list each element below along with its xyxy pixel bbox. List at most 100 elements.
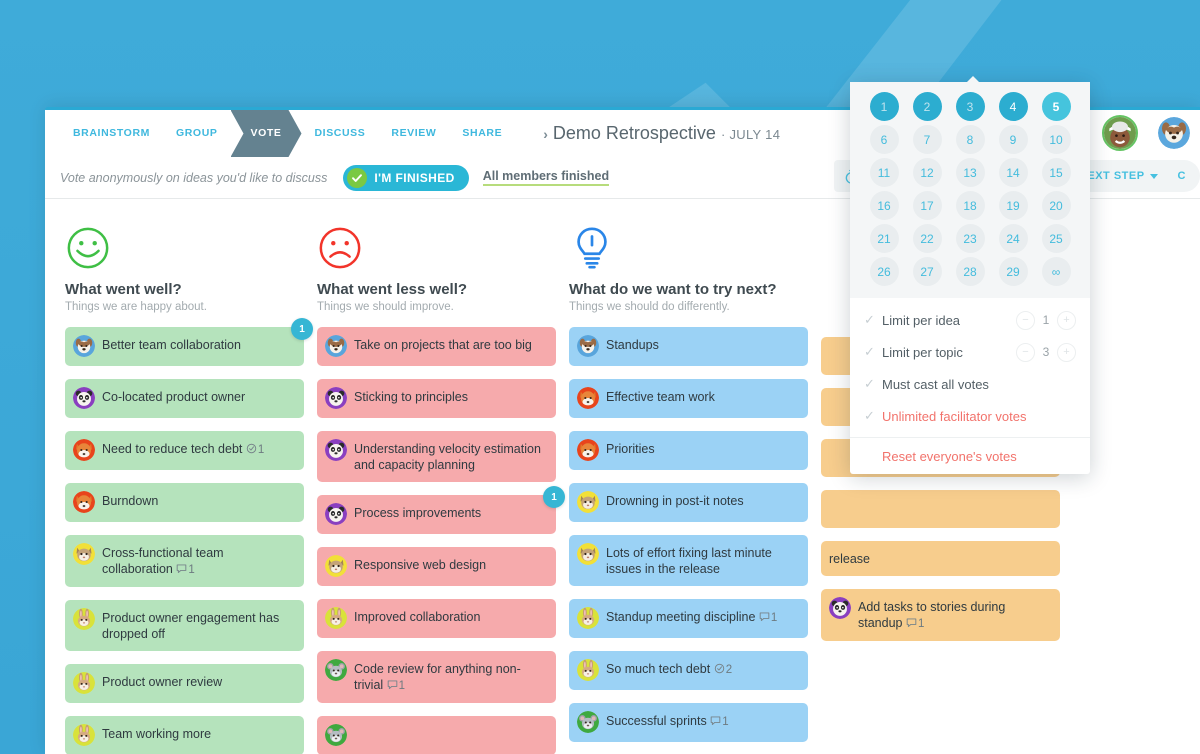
- phase-tab-share[interactable]: SHARE: [449, 110, 515, 157]
- idea-card[interactable]: Improved collaboration: [317, 599, 556, 638]
- idea-card[interactable]: Sticking to principles: [317, 379, 556, 418]
- vote-count-option-11[interactable]: 11: [869, 158, 899, 187]
- cut-off-toolbar-item[interactable]: C: [1168, 163, 1196, 189]
- avatar-fox: [73, 439, 95, 461]
- vote-count-option-26[interactable]: 26: [869, 257, 899, 286]
- vote-count-option-14[interactable]: 14: [998, 158, 1028, 187]
- vote-count-option-17[interactable]: 17: [912, 191, 942, 220]
- idea-card-label: Need to reduce tech debt: [102, 442, 243, 456]
- vote-count-option-1[interactable]: 1: [869, 92, 899, 121]
- idea-card[interactable]: [821, 490, 1060, 528]
- task-count[interactable]: 1: [246, 443, 264, 456]
- comment-count[interactable]: 1: [387, 680, 405, 692]
- idea-card[interactable]: Lots of effort fixing last minute issues…: [569, 535, 808, 586]
- idea-card[interactable]: Standup meeting discipline 1: [569, 599, 808, 638]
- idea-card[interactable]: Standups: [569, 327, 808, 366]
- phase-tab-brainstorm[interactable]: BRAINSTORM: [60, 110, 163, 157]
- comment-count[interactable]: 1: [710, 716, 729, 728]
- vote-count-option-10[interactable]: 10: [1041, 125, 1071, 154]
- idea-card[interactable]: Add tasks to stories during standup 1: [821, 589, 1060, 641]
- idea-card[interactable]: So much tech debt 2: [569, 651, 808, 690]
- vote-count-option-28[interactable]: 28: [955, 257, 985, 286]
- vote-option-label: Must cast all votes: [882, 376, 989, 392]
- vote-count-option-27[interactable]: 27: [912, 257, 942, 286]
- stepper-increment-button[interactable]: +: [1057, 342, 1076, 362]
- phase-tab-discuss[interactable]: DISCUSS: [302, 110, 379, 157]
- idea-card[interactable]: Better team collaboration 1: [65, 318, 313, 366]
- vote-count-option-4[interactable]: 4: [998, 92, 1028, 121]
- vote-count-option-5[interactable]: 5: [1041, 92, 1071, 121]
- idea-card[interactable]: Priorities: [569, 431, 808, 470]
- comment-count[interactable]: 1: [906, 618, 924, 630]
- vote-count-option-24[interactable]: 24: [998, 224, 1028, 253]
- avatar-facilitator-photo[interactable]: [1102, 115, 1138, 151]
- board-column-blue: What do we want to try next? Things we sh…: [564, 225, 816, 754]
- avatar-rabbit: [325, 607, 347, 629]
- idea-card[interactable]: Effective team work: [569, 379, 808, 418]
- vote-count-option-22[interactable]: 22: [912, 224, 942, 253]
- vote-count-option-21[interactable]: 21: [869, 224, 899, 253]
- idea-card-label: Product owner review: [102, 675, 223, 689]
- idea-card[interactable]: Co-located product owner: [65, 379, 304, 418]
- stepper-decrement-button[interactable]: −: [1016, 310, 1035, 330]
- vote-count-option-13[interactable]: 13: [955, 158, 985, 187]
- idea-card[interactable]: Cross-functional team collaboration 1: [65, 535, 304, 587]
- vote-count-option-8[interactable]: 8: [955, 125, 985, 154]
- vote-count-option-23[interactable]: 23: [955, 224, 985, 253]
- idea-card-label: Understanding velocity estimation and ca…: [354, 442, 541, 472]
- comment-count[interactable]: 1: [176, 564, 195, 576]
- vote-option-unlimited-facilitator-votes[interactable]: ✓ Unlimited facilitator votes: [850, 400, 1090, 432]
- vote-count-option-29[interactable]: 29: [998, 257, 1028, 286]
- idea-card[interactable]: Drowning in post-it notes: [569, 483, 808, 522]
- idea-card[interactable]: Responsive web design: [317, 547, 556, 586]
- avatar-rabbit: [73, 608, 95, 630]
- phase-tab-group[interactable]: GROUP: [163, 110, 231, 157]
- vote-count-option-3[interactable]: 3: [955, 92, 985, 121]
- idea-card[interactable]: Team working more: [65, 716, 304, 754]
- vote-count-option-6[interactable]: 6: [869, 125, 899, 154]
- idea-card-text: Product owner review: [102, 672, 222, 690]
- idea-card[interactable]: release: [821, 541, 1060, 576]
- idea-card[interactable]: Understanding velocity estimation and ca…: [317, 431, 556, 482]
- im-finished-button[interactable]: I'M FINISHED: [343, 164, 469, 191]
- vote-count-option-15[interactable]: 15: [1041, 158, 1071, 187]
- idea-card[interactable]: Process improvements 1: [317, 486, 565, 534]
- idea-card[interactable]: Need to reduce tech debt 1: [65, 431, 304, 470]
- vote-count-option-9[interactable]: 9: [998, 125, 1028, 154]
- vote-count-option-25[interactable]: 25: [1041, 224, 1071, 253]
- reset-everyones-votes-button[interactable]: Reset everyone's votes: [850, 438, 1090, 474]
- stepper-decrement-button[interactable]: −: [1016, 342, 1035, 362]
- vote-count-option-19[interactable]: 19: [998, 191, 1028, 220]
- vote-option-must-cast-all-votes[interactable]: ✓ Must cast all votes: [850, 368, 1090, 400]
- vote-count-option-12[interactable]: 12: [912, 158, 942, 187]
- vote-count-option-7[interactable]: 7: [912, 125, 942, 154]
- expand-chevron-icon[interactable]: ›: [543, 126, 548, 142]
- retrospective-title[interactable]: › Demo Retrospective · JULY 14: [543, 123, 780, 144]
- avatar-member-dog[interactable]: [1156, 115, 1192, 151]
- sad-face-icon: [317, 225, 363, 271]
- idea-card-text: Need to reduce tech debt 1: [102, 439, 264, 458]
- task-count[interactable]: 2: [714, 663, 732, 676]
- vote-count-option-16[interactable]: 16: [869, 191, 899, 220]
- vote-count-option-18[interactable]: 18: [955, 191, 985, 220]
- phase-tab-vote[interactable]: VOTE: [231, 110, 302, 157]
- phase-tab-review[interactable]: REVIEW: [378, 110, 449, 157]
- idea-card[interactable]: Burndown: [65, 483, 304, 522]
- idea-card[interactable]: Successful sprints 1: [569, 703, 808, 742]
- idea-card[interactable]: Take on projects that are too big: [317, 327, 556, 366]
- idea-card[interactable]: Product owner engagement has dropped off: [65, 600, 304, 651]
- check-circle-icon: [347, 167, 368, 188]
- vote-count-option-2[interactable]: 2: [912, 92, 942, 121]
- vote-option-limit-per-idea[interactable]: ✓ Limit per idea −1 +: [850, 304, 1090, 336]
- all-members-finished-link[interactable]: All members finished: [482, 169, 610, 186]
- vote-count-option-20[interactable]: 20: [1041, 191, 1071, 220]
- idea-card[interactable]: Code review for anything non-trivial 1: [317, 651, 556, 703]
- idea-card[interactable]: Product owner review: [65, 664, 304, 703]
- idea-card-label: Lots of effort fixing last minute issues…: [606, 546, 772, 576]
- vote-count-badge: 1: [543, 486, 565, 508]
- vote-option-limit-per-topic[interactable]: ✓ Limit per topic −3 +: [850, 336, 1090, 368]
- vote-count-option-unlimited[interactable]: ∞: [1041, 257, 1071, 286]
- idea-card[interactable]: [317, 716, 556, 754]
- stepper-increment-button[interactable]: +: [1057, 310, 1076, 330]
- comment-count[interactable]: 1: [759, 612, 777, 624]
